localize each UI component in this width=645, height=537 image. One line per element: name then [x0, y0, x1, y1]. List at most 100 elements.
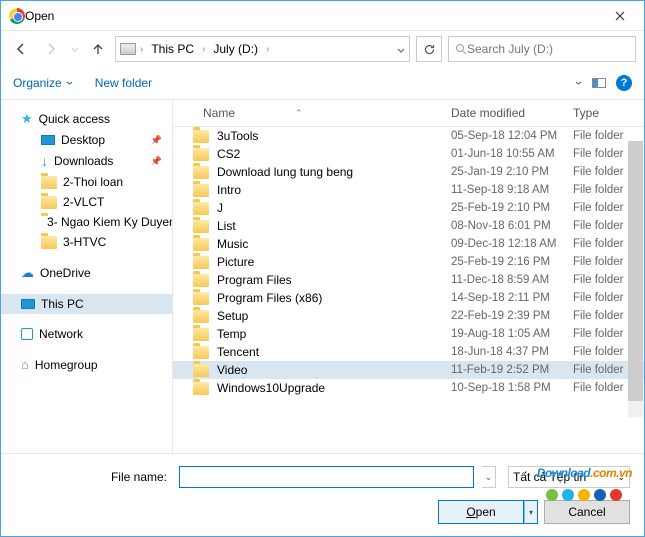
sidebar-this-pc[interactable]: This PC — [1, 294, 172, 314]
preview-pane-button[interactable] — [592, 78, 606, 88]
organize-menu[interactable]: Organize — [13, 76, 73, 90]
recent-dropdown[interactable] — [69, 37, 81, 61]
sidebar-item[interactable]: 3-HTVC — [1, 232, 172, 252]
search-input[interactable] — [467, 42, 629, 56]
sidebar-item-label: 3-HTVC — [63, 235, 106, 249]
sidebar-network[interactable]: Network — [1, 324, 172, 344]
drive-icon — [120, 43, 136, 55]
column-type[interactable]: Type — [573, 106, 644, 120]
file-type-filter[interactable]: Tất cả Tệp tin ⌄ — [508, 466, 630, 488]
sidebar-homegroup[interactable]: ⌂ Homegroup — [1, 354, 172, 375]
file-name: Music — [217, 237, 248, 251]
file-name: J — [217, 201, 223, 215]
breadcrumb-root[interactable]: This PC — [147, 40, 198, 58]
filename-dropdown[interactable]: ⌄ — [482, 466, 496, 488]
file-date: 11-Dec-18 8:59 AM — [451, 274, 573, 286]
file-name: List — [217, 219, 236, 233]
help-button[interactable]: ? — [616, 75, 632, 91]
download-icon: ↓ — [41, 153, 48, 169]
file-date: 09-Dec-18 12:18 AM — [451, 238, 573, 250]
sidebar-item-label: Desktop — [61, 133, 105, 147]
file-row[interactable]: J25-Feb-19 2:10 PMFile folder — [173, 199, 644, 217]
sidebar-item[interactable]: 2-VLCT — [1, 192, 172, 212]
file-name: Program Files — [217, 273, 292, 287]
chevron-down-icon — [66, 81, 73, 85]
arrow-left-icon — [14, 42, 28, 56]
refresh-button[interactable] — [416, 36, 442, 62]
cancel-button[interactable]: Cancel — [544, 500, 630, 524]
forward-button[interactable] — [39, 37, 63, 61]
file-row[interactable]: Tencent18-Jun-18 4:37 PMFile folder — [173, 343, 644, 361]
back-button[interactable] — [9, 37, 33, 61]
address-bar[interactable]: › This PC › July (D:) › — [115, 36, 410, 62]
file-row[interactable]: CS201-Jun-18 10:55 AMFile folder — [173, 145, 644, 163]
folder-icon — [193, 274, 209, 287]
desktop-icon — [41, 135, 55, 145]
file-row[interactable]: Setup22-Feb-19 2:39 PMFile folder — [173, 307, 644, 325]
file-row[interactable]: Program Files (x86)14-Sep-18 2:11 PMFile… — [173, 289, 644, 307]
search-icon — [455, 43, 467, 55]
column-date[interactable]: Date modified — [451, 106, 573, 120]
view-grid-icon — [562, 82, 573, 84]
file-row[interactable]: Intro11-Sep-18 9:18 AMFile folder — [173, 181, 644, 199]
sidebar-item-label: Downloads — [54, 154, 113, 168]
dot-icon — [594, 489, 606, 501]
cloud-icon: ☁ — [21, 265, 34, 281]
new-folder-button[interactable]: New folder — [95, 76, 152, 90]
close-icon — [615, 11, 625, 21]
sidebar-item[interactable]: ↓Downloads📌 — [1, 150, 172, 172]
breadcrumb-drive[interactable]: July (D:) — [209, 40, 262, 58]
view-mode-button[interactable] — [562, 81, 582, 85]
chevron-down-icon — [71, 47, 79, 52]
file-name: 3uTools — [217, 129, 258, 143]
filename-label: File name: — [15, 470, 171, 484]
sidebar-item[interactable]: 2-Thoi loan — [1, 172, 172, 192]
file-row[interactable]: Program Files11-Dec-18 8:59 AMFile folde… — [173, 271, 644, 289]
file-list[interactable]: 3uTools05-Sep-18 12:04 PMFile folderCS20… — [173, 127, 644, 453]
file-date: 25-Feb-19 2:10 PM — [451, 202, 573, 214]
sidebar-item-label: 2-Thoi loan — [63, 175, 123, 189]
open-dropdown[interactable]: ▾ — [524, 500, 538, 524]
column-name[interactable]: Name — [203, 106, 235, 120]
folder-icon — [193, 166, 209, 179]
file-date: 25-Feb-19 2:16 PM — [451, 256, 573, 268]
file-date: 11-Feb-19 2:52 PM — [451, 364, 573, 376]
file-date: 19-Aug-18 1:05 AM — [451, 328, 573, 340]
pc-icon — [21, 299, 35, 309]
chrome-icon — [9, 8, 25, 24]
file-row[interactable]: Download lung tung beng25-Jan-19 2:10 PM… — [173, 163, 644, 181]
filename-input[interactable] — [179, 466, 474, 488]
sidebar-item-label: 2-VLCT — [63, 195, 104, 209]
open-button[interactable]: Open — [438, 500, 524, 524]
file-date: 14-Sep-18 2:11 PM — [451, 292, 573, 304]
sidebar-onedrive[interactable]: ☁ OneDrive — [1, 262, 172, 284]
pin-icon: 📌 — [151, 135, 162, 146]
up-button[interactable] — [87, 37, 109, 61]
folder-icon — [193, 130, 209, 143]
folder-icon — [41, 176, 57, 189]
file-row[interactable]: List08-Nov-18 6:01 PMFile folder — [173, 217, 644, 235]
file-name: Windows10Upgrade — [217, 381, 325, 395]
sidebar-item[interactable]: 3- Ngao Kiem Ky Duyen — [1, 212, 172, 232]
scrollbar-thumb[interactable] — [628, 141, 643, 401]
close-button[interactable] — [597, 1, 642, 30]
navbar: › This PC › July (D:) › — [1, 31, 644, 67]
breadcrumb-sep-icon: › — [266, 44, 269, 55]
breadcrumb-sep-icon: › — [202, 44, 205, 55]
file-row[interactable]: Video11-Feb-19 2:52 PMFile folder — [173, 361, 644, 379]
dot-icon — [546, 489, 558, 501]
file-date: 22-Feb-19 2:39 PM — [451, 310, 573, 322]
file-row[interactable]: Music09-Dec-18 12:18 AMFile folder — [173, 235, 644, 253]
file-row[interactable]: 3uTools05-Sep-18 12:04 PMFile folder — [173, 127, 644, 145]
search-box[interactable] — [448, 36, 636, 62]
file-row[interactable]: Temp19-Aug-18 1:05 AMFile folder — [173, 325, 644, 343]
chevron-down-icon — [397, 48, 405, 53]
file-row[interactable]: Picture25-Feb-19 2:16 PMFile folder — [173, 253, 644, 271]
file-row[interactable]: Windows10Upgrade10-Sep-18 1:58 PMFile fo… — [173, 379, 644, 397]
address-dropdown[interactable] — [397, 42, 405, 56]
file-name: Intro — [217, 183, 241, 197]
file-name: Temp — [217, 327, 246, 341]
folder-icon — [193, 364, 209, 377]
sidebar-quick-access[interactable]: ★ Quick access — [1, 108, 172, 130]
sidebar-item[interactable]: Desktop 📌 — [1, 130, 172, 150]
